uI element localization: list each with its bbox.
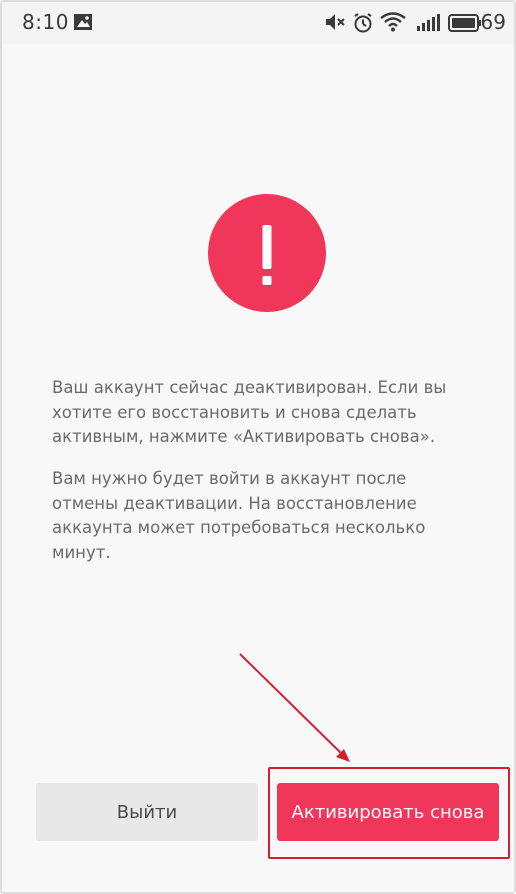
image-notification-icon: [73, 13, 93, 35]
battery-level: 69: [480, 10, 506, 34]
status-time: 8:10: [22, 10, 69, 34]
deactivated-account-screen: Ваш аккаунт сейчас деактивирован. Если в…: [2, 44, 514, 892]
wifi-icon: [380, 12, 406, 36]
exit-button[interactable]: Выйти: [36, 783, 258, 841]
signal-icon: [416, 12, 442, 36]
alarm-icon: [352, 12, 374, 38]
reactivation-info: Вам нужно будет войти в аккаунт после от…: [52, 469, 426, 562]
phone-screen: 8:10 69 Ваш аккаунт сейчас деактивирован…: [0, 0, 516, 894]
battery-icon: [448, 14, 482, 36]
status-bar: 8:10 69: [2, 2, 514, 44]
mute-icon: [324, 12, 346, 36]
deactivated-message: Ваш аккаунт сейчас деактивирован. Если в…: [52, 378, 447, 446]
exclamation-icon: [208, 194, 326, 312]
activate-again-button[interactable]: Активировать снова: [277, 783, 499, 841]
